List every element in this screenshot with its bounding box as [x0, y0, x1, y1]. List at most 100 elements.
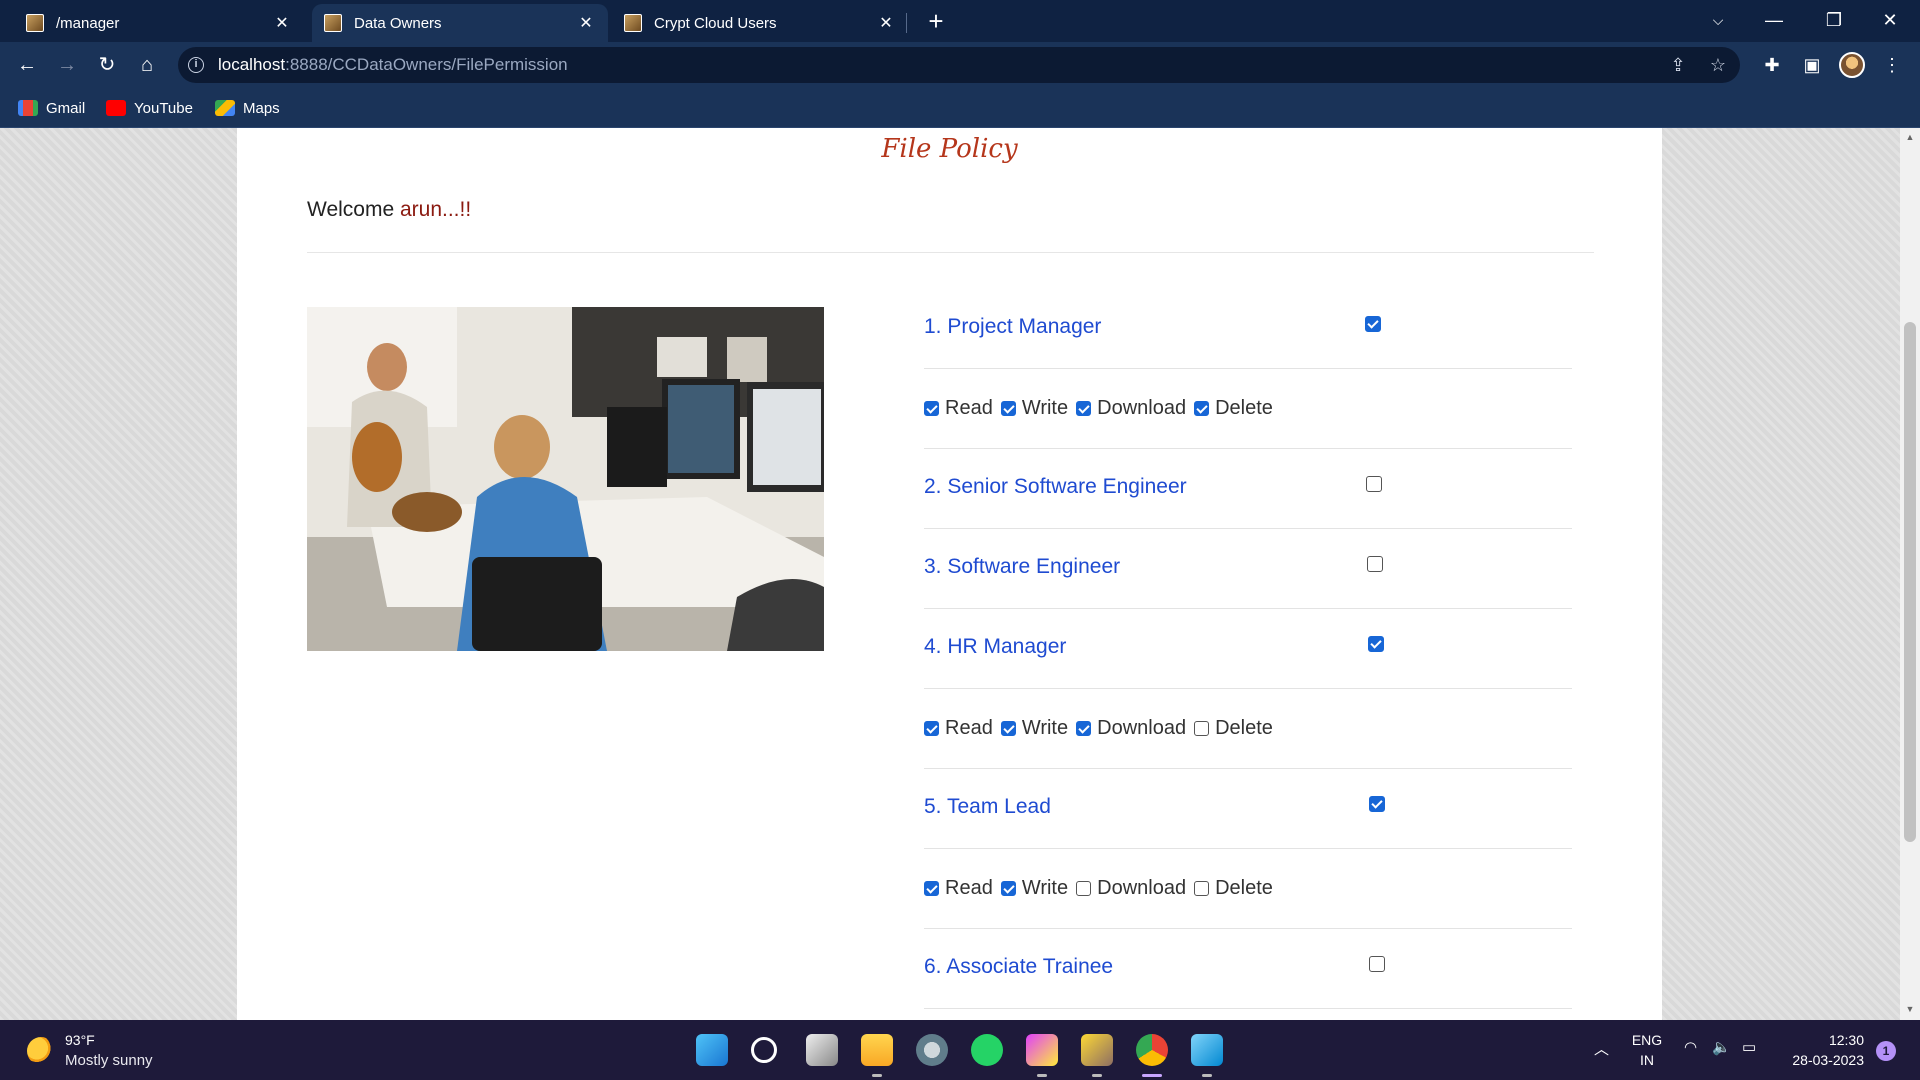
url-text[interactable]: localhost:8888/CCDataOwners/FilePermissi… [218, 55, 568, 75]
role-name-link[interactable]: 5. Team Lead [924, 795, 1051, 819]
scrollbar-thumb[interactable] [1904, 322, 1916, 842]
permission-row: Read Write Download Delete [924, 369, 1572, 449]
permission-delete-label: Delete [1215, 397, 1273, 419]
role-checkbox[interactable] [1365, 316, 1381, 332]
role-name-link[interactable]: 6. Associate Trainee [924, 955, 1113, 979]
extensions-puzzle-icon[interactable]: ✚ [1756, 49, 1788, 81]
clock-time: 12:30 [1828, 1032, 1864, 1048]
profile-avatar[interactable] [1839, 52, 1865, 78]
address-bar[interactable]: i localhost:8888/CCDataOwners/FilePermis… [178, 47, 1740, 83]
volume-icon[interactable]: 🔈 [1712, 1038, 1731, 1056]
bookmark-star-icon[interactable]: ☆ [1706, 53, 1730, 77]
close-icon[interactable]: ✕ [876, 13, 896, 33]
permission-delete-checkbox[interactable] [1194, 881, 1210, 896]
maps-icon [215, 100, 235, 116]
role-checkbox[interactable] [1366, 476, 1382, 492]
wifi-icon[interactable]: ◠ [1684, 1038, 1697, 1056]
close-window-button[interactable]: ✕ [1862, 0, 1918, 42]
role-checkbox[interactable] [1368, 636, 1384, 652]
reload-button[interactable]: ↻ [91, 49, 123, 81]
bookmark-gmail[interactable]: Gmail [18, 96, 85, 120]
home-button[interactable]: ⌂ [131, 49, 163, 81]
system-clock[interactable]: 12:30 28-03-2023 [1776, 1030, 1864, 1070]
chrome-icon[interactable] [1136, 1034, 1168, 1066]
bookmark-youtube[interactable]: YouTube [106, 96, 193, 120]
role-name-link[interactable]: 1. Project Manager [924, 315, 1101, 339]
permission-download-checkbox[interactable] [1076, 881, 1092, 896]
permission-download-label: Download [1097, 717, 1187, 739]
start-windows-icon[interactable] [696, 1034, 728, 1066]
database-app-icon[interactable] [1081, 1034, 1113, 1066]
role-name-link[interactable]: 4. HR Manager [924, 635, 1066, 659]
permission-read-checkbox[interactable] [924, 721, 939, 736]
permission-options: Read Write Download Delete [924, 717, 1281, 740]
tab-search-chevron-icon[interactable]: ⌵ [1690, 0, 1746, 42]
tab-manager[interactable]: /manager ✕ [14, 4, 304, 42]
permission-delete-label: Delete [1215, 877, 1273, 899]
settings-gear-icon[interactable] [916, 1034, 948, 1066]
close-icon[interactable]: ✕ [576, 13, 596, 33]
app-active-indicator [1142, 1074, 1162, 1077]
tab-title: Crypt Cloud Users [654, 14, 777, 32]
tab-favicon-icon [624, 14, 642, 32]
permission-read-checkbox[interactable] [924, 881, 939, 896]
tab-title: Data Owners [354, 14, 442, 32]
role-checkbox[interactable] [1367, 556, 1383, 572]
permission-write-label: Write [1021, 397, 1069, 419]
gmail-icon [18, 100, 38, 116]
permission-delete-checkbox[interactable] [1194, 721, 1210, 736]
forward-button[interactable]: → [51, 49, 83, 81]
back-button[interactable]: ← [11, 49, 43, 81]
share-icon[interactable]: ⇪ [1666, 53, 1690, 77]
permission-download-checkbox[interactable] [1076, 401, 1092, 416]
tab-crypt-cloud-users[interactable]: Crypt Cloud Users ✕ [612, 4, 908, 42]
role-name-link[interactable]: 3. Software Engineer [924, 555, 1120, 579]
battery-icon[interactable]: ▭ [1742, 1038, 1756, 1056]
side-panel-icon[interactable]: ▣ [1796, 49, 1828, 81]
file-explorer-icon[interactable] [861, 1034, 893, 1066]
photos-app-icon[interactable] [1191, 1034, 1223, 1066]
role-checkbox[interactable] [1369, 956, 1385, 972]
permission-download-label: Download [1097, 397, 1187, 419]
language-indicator[interactable]: ENG IN [1630, 1030, 1664, 1070]
welcome-message: Welcome arun...!! [307, 198, 471, 222]
paint-app-icon[interactable] [1026, 1034, 1058, 1066]
role-row: 3. Software Engineer [924, 529, 1572, 609]
permission-delete-checkbox[interactable] [1194, 401, 1210, 416]
username: arun...!! [399, 198, 472, 221]
site-info-icon[interactable]: i [188, 57, 204, 73]
permission-read-label: Read [945, 877, 993, 899]
search-icon[interactable] [751, 1037, 777, 1063]
role-name-link[interactable]: 2. Senior Software Engineer [924, 475, 1187, 499]
close-icon[interactable]: ✕ [272, 13, 292, 33]
restore-button[interactable]: ❐ [1806, 0, 1862, 42]
notification-badge[interactable]: 1 [1876, 1041, 1896, 1061]
permission-write-checkbox[interactable] [1000, 721, 1016, 736]
page-title: File Policy [881, 134, 1018, 164]
page-scrollbar[interactable]: ▲ ▼ [1900, 128, 1920, 1020]
scroll-down-icon[interactable]: ▼ [1900, 1004, 1920, 1014]
permission-download-checkbox[interactable] [1076, 721, 1092, 736]
permission-write-checkbox[interactable] [1000, 881, 1016, 896]
whatsapp-icon[interactable] [971, 1034, 1003, 1066]
bookmark-maps[interactable]: Maps [215, 96, 280, 120]
tab-data-owners[interactable]: Data Owners ✕ [312, 4, 608, 42]
scroll-up-icon[interactable]: ▲ [1900, 132, 1920, 142]
weather-description[interactable]: Mostly sunny [65, 1052, 153, 1069]
task-view-icon[interactable] [806, 1034, 838, 1066]
permission-write-checkbox[interactable] [1000, 401, 1016, 416]
tab-favicon-icon [324, 14, 342, 32]
tray-chevron-up-icon[interactable]: ︿ [1594, 1038, 1609, 1059]
role-row: 1. Project Manager [924, 289, 1572, 369]
region-code: IN [1640, 1052, 1654, 1068]
role-checkbox[interactable] [1369, 796, 1385, 812]
permission-read-checkbox[interactable] [924, 401, 939, 416]
menu-kebab-icon[interactable]: ⋮ [1876, 49, 1908, 81]
app-running-indicator [1037, 1074, 1047, 1077]
tab-separator [906, 13, 907, 33]
content-panel: File Policy Welcome arun...!! 1. Project… [237, 128, 1662, 1020]
weather-sun-icon[interactable] [27, 1037, 55, 1065]
new-tab-button[interactable]: + [920, 6, 952, 38]
weather-temperature[interactable]: 93°F [65, 1032, 95, 1048]
minimize-button[interactable]: — [1746, 0, 1802, 42]
